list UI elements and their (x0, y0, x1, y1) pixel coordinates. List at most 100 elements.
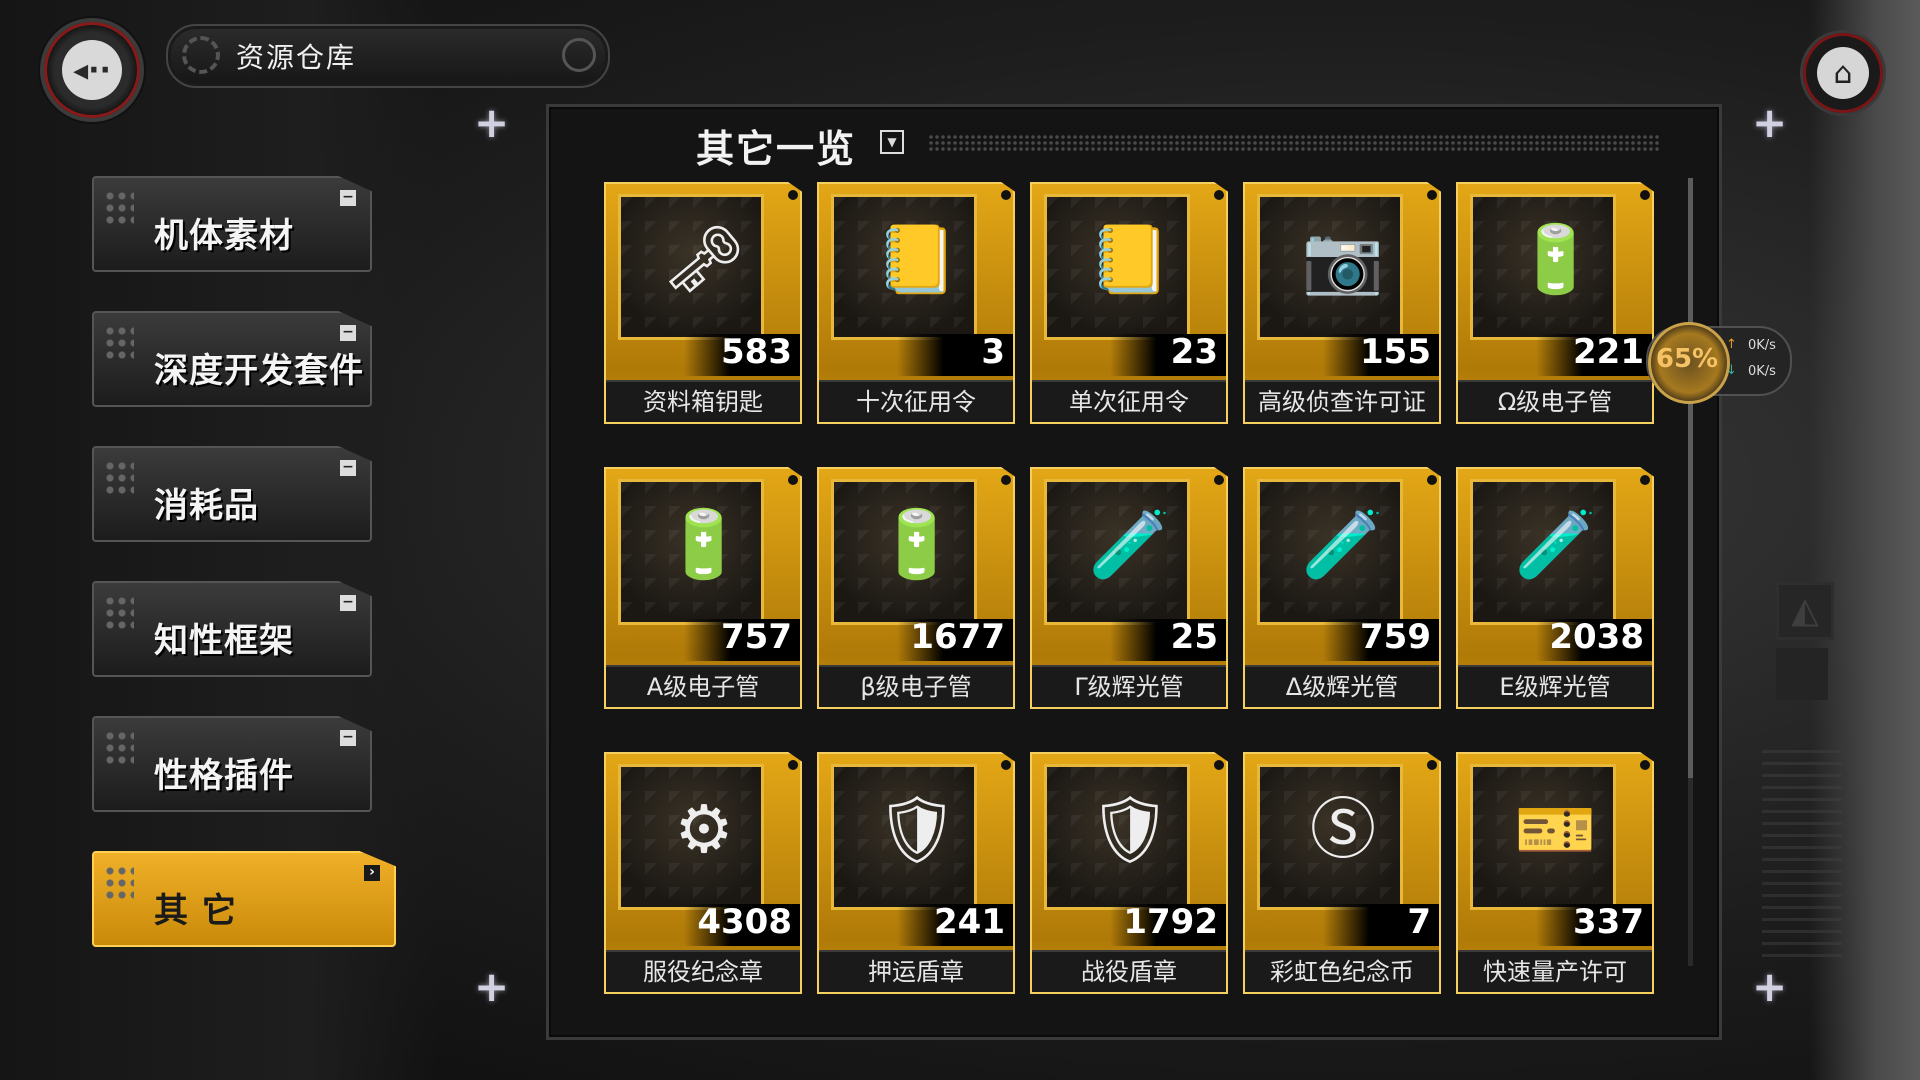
item-count: 3 (981, 332, 1005, 372)
secret-document-icon: 📒 (1088, 221, 1172, 298)
item-name: 资料箱钥匙 (606, 380, 800, 422)
sidebar-item-consumables[interactable]: − 消耗品 (92, 446, 372, 542)
item-card[interactable]: 📒 23 单次征用令 (1030, 182, 1228, 424)
vacuum-tube-icon: 🔋 (662, 506, 746, 583)
minus-icon: − (340, 190, 356, 206)
gear-icon (182, 36, 220, 74)
item-card[interactable]: 🛡 1792 战役盾章 (1030, 752, 1228, 994)
gear-ticket-icon: 🎫 (1514, 791, 1598, 868)
item-name: Ε级辉光管 (1458, 665, 1652, 707)
dots-icon (104, 190, 134, 226)
dropdown-icon[interactable]: ▼ (880, 130, 904, 154)
item-count: 23 (1170, 332, 1218, 372)
item-count: 155 (1360, 332, 1431, 372)
notch-icon (1640, 190, 1650, 200)
item-card[interactable]: 📷 155 高级侦查许可证 (1243, 182, 1441, 424)
item-count: 1792 (1123, 902, 1218, 942)
background-text (1762, 750, 1842, 960)
page-title: 资源仓库 (236, 41, 357, 74)
sidebar-item-label: 深度开发套件 (154, 351, 364, 391)
title-bar: 资源仓库 (166, 24, 610, 88)
item-count: 337 (1573, 902, 1644, 942)
nixie-tube-icon: 🧪 (1301, 506, 1385, 583)
item-name: 战役盾章 (1032, 950, 1226, 992)
item-card[interactable]: 🧪 759 Δ级辉光管 (1243, 467, 1441, 709)
notch-icon (1427, 190, 1437, 200)
item-name: 服役纪念章 (606, 950, 800, 992)
item-count: 241 (934, 902, 1005, 942)
download-speed: 0K/s (1748, 364, 1776, 379)
scrollbar-thumb[interactable] (1688, 178, 1693, 778)
item-count: 757 (721, 617, 792, 657)
item-card[interactable]: 🔋 757 A级电子管 (604, 467, 802, 709)
item-count: 2038 (1549, 617, 1644, 657)
dots-icon (104, 325, 134, 361)
background-panel (1776, 648, 1828, 700)
scrollbar[interactable] (1688, 178, 1693, 966)
home-button[interactable]: ⌂ (1800, 30, 1886, 116)
sidebar-item-other[interactable]: › 其 它 (92, 851, 396, 947)
notch-icon (788, 760, 798, 770)
plus-marker-icon: + (1752, 962, 1788, 1011)
secret-document-icon: 📒 (875, 221, 959, 298)
item-name: β级电子管 (819, 665, 1013, 707)
upload-speed: 0K/s (1748, 338, 1776, 353)
network-percent: 65% (1655, 344, 1719, 374)
nixie-tube-icon: 🧪 (1514, 506, 1598, 583)
item-name: Γ级辉光管 (1032, 665, 1226, 707)
notch-icon (788, 475, 798, 485)
item-card[interactable]: 🔋 221 Ω级电子管 (1456, 182, 1654, 424)
item-name: Ω级电子管 (1458, 380, 1652, 422)
download-arrow-icon: ↓ (1726, 363, 1737, 378)
sidebar-item-label: 性格插件 (154, 756, 294, 796)
item-card[interactable]: 🧪 25 Γ级辉光管 (1030, 467, 1228, 709)
item-name: 十次征用令 (819, 380, 1013, 422)
item-card[interactable]: 🔋 1677 β级电子管 (817, 467, 1015, 709)
plus-marker-icon: + (474, 98, 510, 147)
item-count: 25 (1170, 617, 1218, 657)
panel-title: 其它一览 (696, 126, 857, 171)
notch-icon (1001, 190, 1011, 200)
dots-icon (104, 730, 134, 766)
sidebar-item-label: 消耗品 (154, 486, 259, 526)
item-count: 7 (1407, 902, 1431, 942)
item-count: 4308 (697, 902, 792, 942)
item-card[interactable]: 🛡 241 押运盾章 (817, 752, 1015, 994)
background-logo: ◭ (1776, 582, 1834, 640)
sidebar-item-mecha-material[interactable]: − 机体素材 (92, 176, 372, 272)
sidebar-item-label: 机体素材 (154, 216, 294, 256)
notch-icon (1640, 760, 1650, 770)
key-icon: 🗝 (662, 221, 746, 298)
item-card[interactable]: 🧪 2038 Ε级辉光管 (1456, 467, 1654, 709)
notch-icon (1214, 760, 1224, 770)
item-count: 759 (1360, 617, 1431, 657)
sidebar-item-plugins[interactable]: − 性格插件 (92, 716, 372, 812)
dotted-divider (928, 134, 1660, 152)
shield-badge-icon: 🛡 (875, 791, 959, 868)
notch-icon (1427, 760, 1437, 770)
chevron-right-icon: › (364, 865, 380, 881)
notch-icon (788, 190, 798, 200)
dots-icon (104, 595, 134, 631)
item-name: 彩虹色纪念币 (1245, 950, 1439, 992)
item-card[interactable]: Ⓢ 7 彩虹色纪念币 (1243, 752, 1441, 994)
item-name: A级电子管 (606, 665, 800, 707)
sidebar-item-dev-kit[interactable]: − 深度开发套件 (92, 311, 372, 407)
notch-icon (1001, 760, 1011, 770)
plus-marker-icon: + (1752, 98, 1788, 147)
notch-icon (1001, 475, 1011, 485)
gear-medal-icon: ⚙ (674, 791, 734, 868)
item-card[interactable]: ⚙ 4308 服役纪念章 (604, 752, 802, 994)
back-button[interactable]: ◂·· (40, 18, 144, 122)
minus-icon: − (340, 325, 356, 341)
sidebar-item-label: 知性框架 (154, 621, 294, 661)
item-card[interactable]: 📒 3 十次征用令 (817, 182, 1015, 424)
sidebar-item-frameworks[interactable]: − 知性框架 (92, 581, 372, 677)
item-name: Δ级辉光管 (1245, 665, 1439, 707)
dots-icon (104, 460, 134, 496)
notch-icon (1214, 475, 1224, 485)
back-arrow-icon: ◂·· (62, 40, 122, 100)
upload-arrow-icon: ↑ (1726, 337, 1737, 352)
item-card[interactable]: 🗝 583 资料箱钥匙 (604, 182, 802, 424)
item-card[interactable]: 🎫 337 快速量产许可 (1456, 752, 1654, 994)
